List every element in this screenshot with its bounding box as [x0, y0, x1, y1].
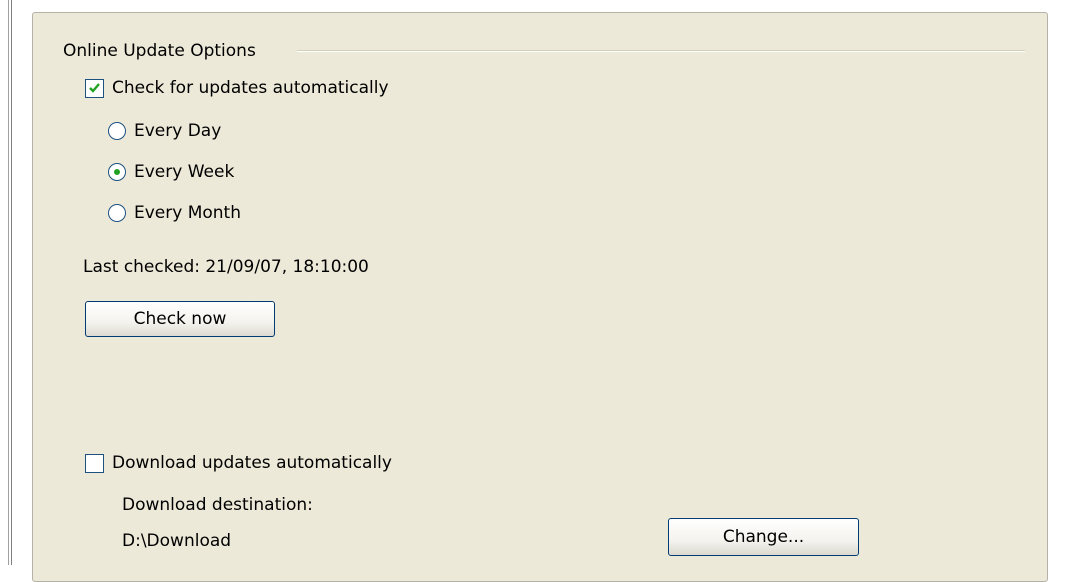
download-auto-label: Download updates automatically [112, 453, 392, 473]
radio-every-day-label: Every Day [134, 121, 222, 141]
radio-every-month[interactable] [108, 204, 126, 222]
group-title: Online Update Options [63, 41, 256, 61]
radio-every-week-label: Every Week [134, 162, 235, 182]
last-checked-text: Last checked: 21/09/07, 18:10:00 [83, 257, 369, 277]
left-margin [0, 0, 12, 565]
radio-every-day[interactable] [108, 122, 126, 140]
change-destination-button[interactable]: Change... [668, 518, 859, 556]
radio-selected-dot-icon [114, 169, 120, 175]
check-updates-checkbox-row[interactable]: Check for updates automatically [85, 77, 389, 99]
download-destination-path: D:\Download [122, 531, 232, 551]
download-auto-checkbox-row[interactable]: Download updates automatically [85, 452, 392, 474]
download-auto-checkbox[interactable] [85, 453, 104, 473]
radio-every-month-row[interactable]: Every Month [108, 202, 241, 224]
checkmark-icon [89, 82, 100, 93]
radio-every-week-row[interactable]: Every Week [108, 161, 234, 183]
left-divider-line [8, 0, 9, 565]
radio-every-month-label: Every Month [134, 203, 241, 223]
check-now-button[interactable]: Check now [85, 301, 275, 337]
download-destination-label: Download destination: [122, 495, 313, 515]
radio-every-day-row[interactable]: Every Day [108, 120, 221, 142]
group-separator [297, 50, 1025, 52]
left-divider-line-inner [11, 0, 12, 565]
radio-every-week[interactable] [108, 163, 126, 181]
check-updates-label: Check for updates automatically [112, 78, 389, 98]
check-updates-checkbox[interactable] [85, 78, 104, 98]
